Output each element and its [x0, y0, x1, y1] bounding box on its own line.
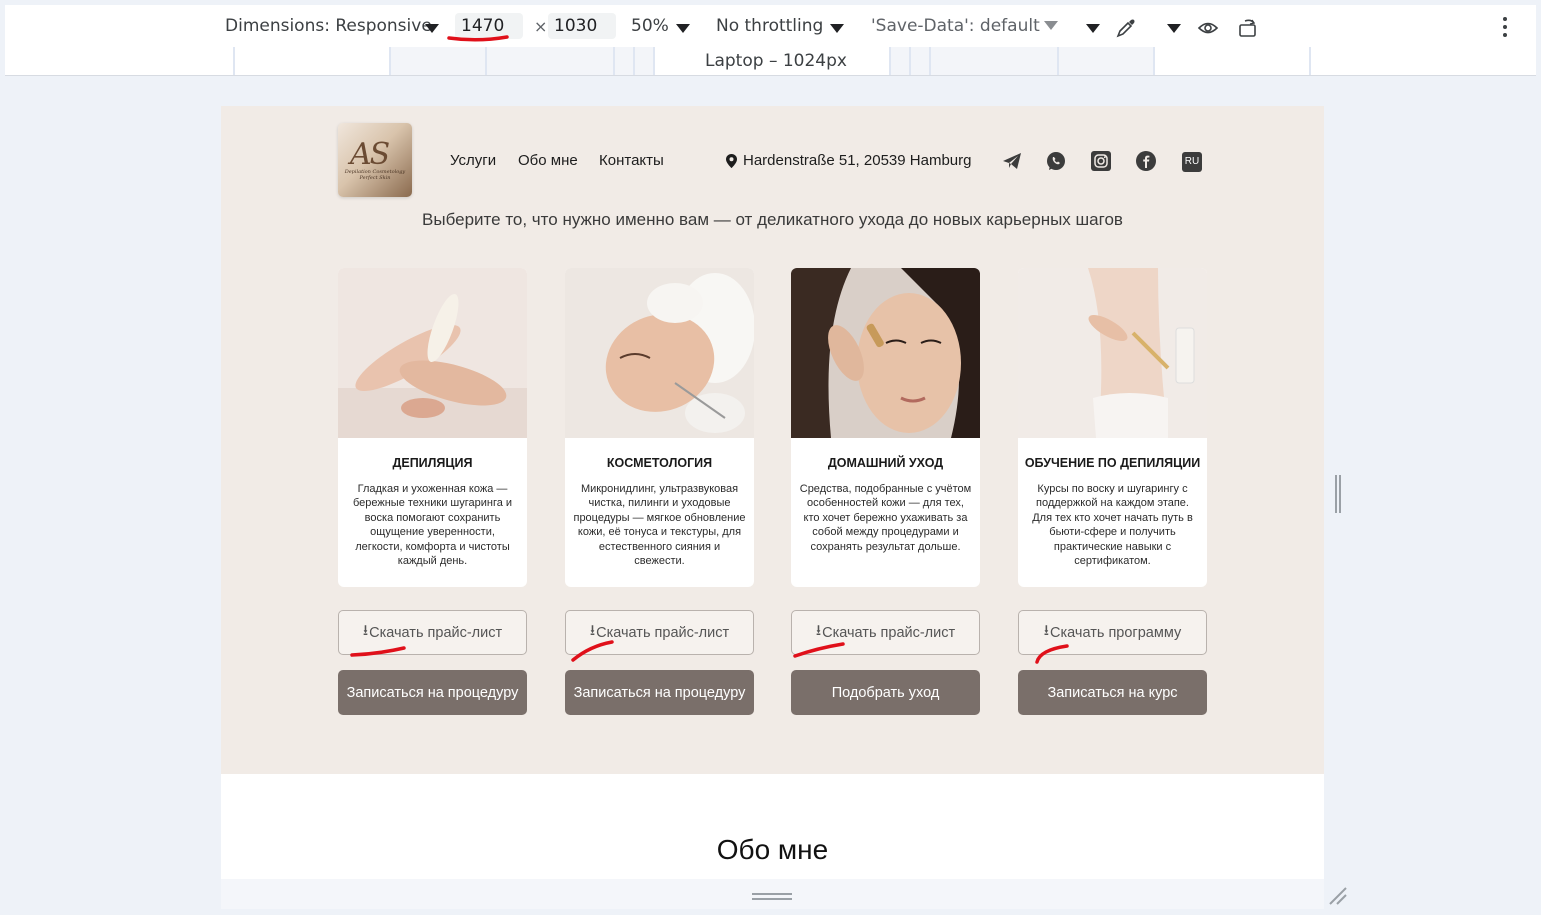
times-sign: × — [534, 17, 548, 36]
download-label: Скачать прайс-лист — [822, 624, 956, 641]
emulated-viewport: AS Depilation Cosmetology Perfect Skin У… — [221, 106, 1324, 909]
chevron-down-icon[interactable] — [676, 24, 690, 33]
throttling-dropdown[interactable]: No throttling — [716, 16, 823, 36]
select-care-button[interactable]: Подобрать уход — [791, 670, 980, 715]
download-price-button[interactable]: ⭳ Скачать прайс-лист — [791, 610, 980, 655]
download-label: Скачать прайс-лист — [369, 624, 503, 641]
training-photo — [1018, 268, 1207, 438]
download-icon: ⭳ — [815, 622, 822, 639]
card-title: ДЕПИЛЯЦИЯ — [392, 456, 473, 470]
download-program-button[interactable]: ⭳ Скачать программу — [1018, 610, 1207, 655]
download-label: Скачать прайс-лист — [596, 624, 730, 641]
media-query-label: Laptop – 1024px — [705, 51, 847, 71]
address-text: Hardenstraße 51, 20539 Hamburg — [743, 152, 972, 169]
chevron-down-icon[interactable] — [1167, 24, 1181, 33]
card-description: Курсы по воску и шугарингу с поддержкой … — [1032, 483, 1193, 568]
height-input[interactable]: 1030 — [548, 13, 616, 39]
services-section: AS Depilation Cosmetology Perfect Skin У… — [221, 106, 1324, 774]
card-title: КОСМЕТОЛОГИЯ — [606, 456, 713, 470]
instagram-icon[interactable] — [1090, 150, 1112, 172]
nav-link-services[interactable]: Услуги — [450, 152, 496, 169]
download-price-button[interactable]: ⭳ Скачать прайс-лист — [565, 610, 754, 655]
download-icon: ⭳ — [589, 622, 596, 639]
service-card-home-care: ДОМАШНИЙ УХОД Средства, подобранные с уч… — [791, 268, 980, 587]
address[interactable]: Hardenstraße 51, 20539 Hamburg — [726, 152, 971, 169]
card-title: ДОМАШНИЙ УХОД — [827, 456, 944, 470]
service-card-training: ОБУЧЕНИЕ ПО ДЕПИЛЯЦИИ Курсы по воску и ш… — [1018, 268, 1207, 587]
resize-handle-right[interactable] — [1335, 475, 1343, 513]
nav-link-contacts[interactable]: Контакты — [599, 152, 664, 169]
card-description: Гладкая и ухоженная кожа — бережные техн… — [352, 483, 513, 568]
language-switch[interactable]: RU — [1182, 152, 1202, 172]
logo-mark: AS — [350, 137, 390, 172]
site-logo[interactable]: AS Depilation Cosmetology Perfect Skin — [338, 123, 412, 197]
book-procedure-button[interactable]: Записаться на процедуру — [565, 670, 754, 715]
enroll-course-button[interactable]: Записаться на курс — [1018, 670, 1207, 715]
whatsapp-icon[interactable] — [1045, 150, 1067, 172]
eyedropper-icon[interactable] — [1115, 17, 1137, 39]
telegram-icon[interactable] — [1001, 150, 1023, 172]
resize-corner-icon[interactable] — [1328, 886, 1348, 906]
nav-link-about[interactable]: Обо мне — [518, 152, 578, 169]
download-icon: ⭳ — [1043, 622, 1050, 639]
service-card-depilation: ДЕПИЛЯЦИЯ Гладкая и ухоженная кожа — бер… — [338, 268, 527, 587]
card-description: Микронидлинг, ультразвуковая чистка, пил… — [573, 483, 746, 568]
devtools-device-toolbar: Dimensions: Responsive 1470 × 1030 50% N… — [5, 5, 1536, 48]
width-input[interactable]: 1470 — [455, 13, 523, 39]
kebab-menu-icon[interactable] — [1502, 17, 1508, 39]
cosmetology-photo — [565, 268, 754, 438]
card-title: ОБУЧЕНИЕ ПО ДЕПИЛЯЦИИ — [1024, 456, 1201, 470]
download-icon: ⭳ — [362, 622, 369, 639]
download-price-button[interactable]: ⭳ Скачать прайс-лист — [338, 610, 527, 655]
facebook-icon[interactable] — [1135, 150, 1157, 172]
logo-tagline: Depilation Cosmetology Perfect Skin — [344, 169, 406, 181]
book-procedure-button[interactable]: Записаться на процедуру — [338, 670, 527, 715]
location-pin-icon — [726, 153, 737, 168]
chevron-down-icon[interactable] — [830, 24, 844, 33]
chevron-down-icon[interactable] — [425, 24, 439, 33]
save-data-dropdown[interactable]: 'Save-Data': default — [871, 16, 1040, 36]
home-care-photo — [791, 268, 980, 438]
card-description: Средства, подобранные с учётом особеннос… — [799, 483, 972, 553]
dimensions-dropdown[interactable]: Dimensions: Responsive — [225, 16, 432, 36]
rotate-icon[interactable] — [1237, 17, 1259, 39]
zoom-dropdown[interactable]: 50% — [631, 16, 669, 36]
chevron-down-icon[interactable] — [1086, 24, 1100, 33]
section-subtitle: Выберите то, что нужно именно вам — от д… — [422, 210, 1123, 229]
resize-handle-bottom[interactable] — [752, 893, 792, 901]
depilation-photo — [338, 268, 527, 438]
media-query-bar: Laptop – 1024px — [5, 47, 1536, 76]
download-label: Скачать программу — [1050, 624, 1182, 641]
about-heading: Обо мне — [716, 834, 829, 865]
eye-icon[interactable] — [1197, 17, 1219, 39]
chevron-down-icon[interactable] — [1044, 21, 1058, 30]
service-card-cosmetology: КОСМЕТОЛОГИЯ Микронидлинг, ультразвукова… — [565, 268, 754, 587]
